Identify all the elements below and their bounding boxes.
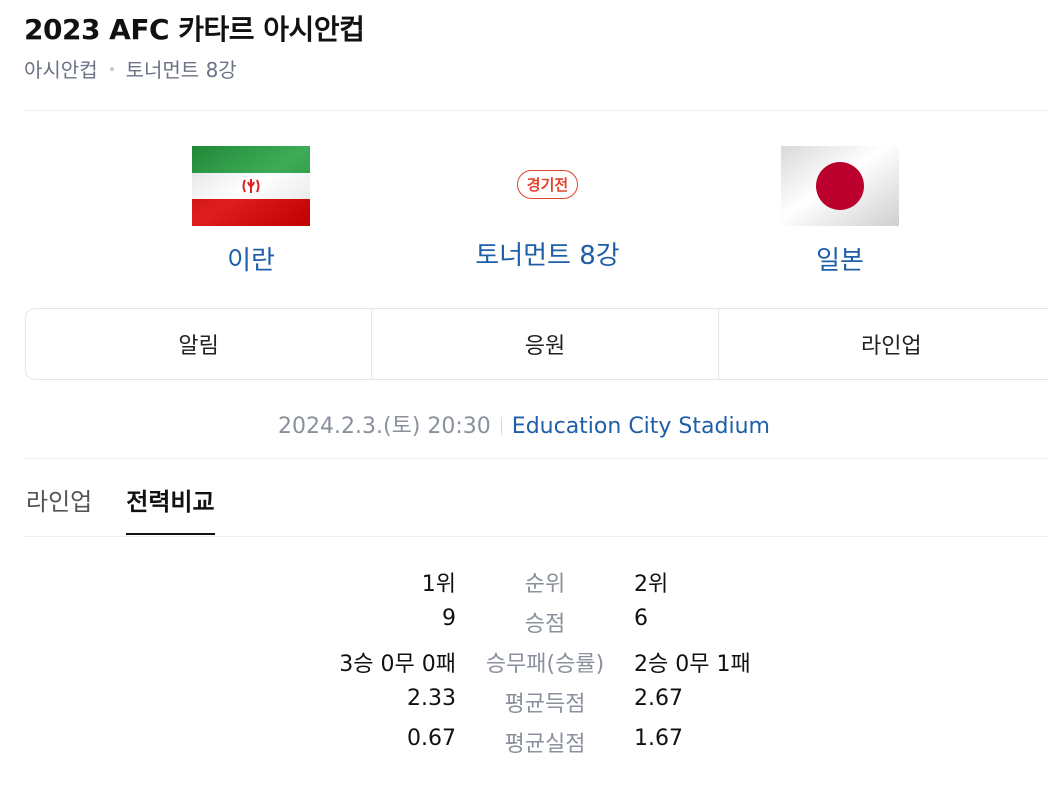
breadcrumb-competition[interactable]: 아시안컵	[24, 54, 98, 83]
away-team-name[interactable]: 일본	[760, 240, 920, 277]
stat-row: 9 승점 6	[0, 606, 1048, 646]
cheer-button[interactable]: 응원	[372, 309, 719, 379]
match-datetime: 2024.2.3.(토) 20:30	[278, 414, 491, 439]
home-team[interactable]: 이란	[171, 146, 331, 277]
stat-label: 승무패(승률)	[485, 652, 605, 677]
match-round[interactable]: 토너먼트 8강	[440, 235, 655, 272]
info-separator	[500, 417, 502, 435]
match-center: 경기전 토너먼트 8강	[440, 170, 655, 272]
status-badge: 경기전	[516, 170, 579, 199]
lineup-button[interactable]: 라인업	[719, 309, 1048, 379]
breadcrumb: 아시안컵 토너먼트 8강	[24, 54, 237, 83]
notify-button[interactable]: 알림	[26, 309, 373, 379]
stat-label: 평균득점	[504, 692, 586, 717]
divider	[24, 536, 1048, 537]
home-stat: 1위	[421, 572, 456, 597]
divider	[24, 458, 1048, 459]
home-stat: 0.67	[407, 726, 456, 751]
page-title: 2023 AFC 카타르 아시안컵	[24, 13, 365, 46]
home-stat: 9	[442, 606, 456, 631]
stat-row: 1위 순위 2위	[0, 566, 1048, 606]
away-team[interactable]: 일본	[760, 146, 920, 277]
divider	[24, 110, 1048, 111]
home-team-name[interactable]: 이란	[171, 240, 331, 277]
action-button-group: 알림 응원 라인업	[25, 308, 1048, 380]
away-stat: 2.67	[634, 686, 683, 711]
stat-row: 2.33 평균득점 2.67	[0, 686, 1048, 726]
tab-lineup[interactable]: 라인업	[26, 482, 92, 535]
breadcrumb-separator	[109, 66, 114, 71]
iran-flag-icon	[192, 146, 310, 226]
japan-flag-icon	[781, 146, 899, 226]
tab-bar: 라인업 전력비교	[26, 482, 249, 535]
stat-label: 평균실점	[504, 732, 586, 757]
stat-row: 0.67 평균실점 1.67	[0, 726, 1048, 766]
comparison-table: 1위 순위 2위 9 승점 6 3승 0무 0패 승무패(승률) 2승 0무 1…	[0, 566, 1048, 766]
away-stat: 2위	[634, 572, 669, 597]
stat-label: 승점	[524, 612, 566, 637]
venue-link[interactable]: Education City Stadium	[512, 414, 770, 439]
away-stat: 6	[634, 606, 648, 631]
breadcrumb-stage[interactable]: 토너먼트 8강	[126, 54, 237, 83]
home-stat: 3승 0무 0패	[339, 652, 456, 677]
match-info: 2024.2.3.(토) 20:30 Education City Stadium	[0, 408, 1048, 440]
stat-row: 3승 0무 0패 승무패(승률) 2승 0무 1패	[0, 646, 1048, 686]
stat-label: 순위	[524, 572, 566, 597]
away-stat: 1.67	[634, 726, 683, 751]
home-stat: 2.33	[407, 686, 456, 711]
away-stat: 2승 0무 1패	[634, 652, 751, 677]
tab-comparison[interactable]: 전력비교	[126, 482, 215, 535]
